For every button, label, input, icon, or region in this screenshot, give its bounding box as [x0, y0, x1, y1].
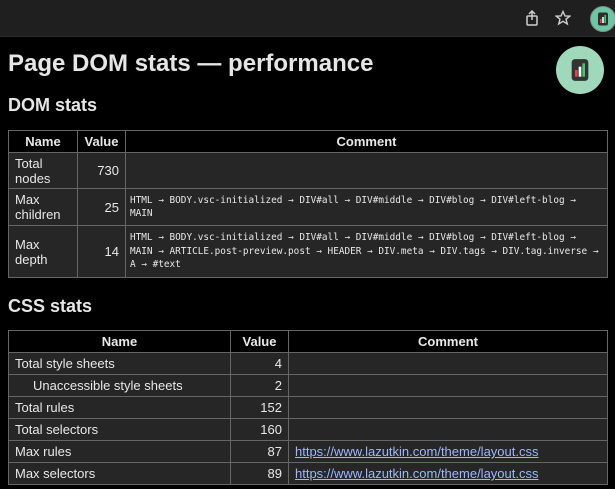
column-header-comment: Comment: [288, 330, 608, 353]
row-comment: [125, 152, 608, 189]
row-value: 152: [230, 396, 289, 419]
table-row: Total style sheets 4: [8, 352, 608, 375]
row-name: Unaccessible style sheets: [8, 374, 231, 397]
row-value: 89: [230, 462, 289, 485]
share-icon[interactable]: [522, 8, 542, 28]
dom-stats-heading: DOM stats: [8, 95, 98, 115]
browser-toolbar: [0, 0, 615, 37]
css-stats-table: Name Value Comment Total style sheets 4 …: [8, 330, 608, 485]
row-value: 25: [77, 188, 126, 226]
column-header-name: Name: [8, 130, 78, 153]
column-header-value: Value: [77, 130, 126, 153]
stylesheet-link[interactable]: https://www.lazutkin.com/theme/layout.cs…: [295, 466, 538, 481]
row-name: Max rules: [8, 440, 231, 463]
dom-stats-table: Name Value Comment Total nodes 730 Max c…: [8, 130, 608, 278]
table-row: Max selectors 89 https://www.lazutkin.co…: [8, 462, 608, 485]
row-comment: https://www.lazutkin.com/theme/layout.cs…: [288, 462, 608, 485]
row-value: 2: [230, 374, 289, 397]
column-header-comment: Comment: [125, 130, 608, 153]
row-value: 160: [230, 418, 289, 441]
star-icon[interactable]: [553, 8, 573, 28]
page-title: Page DOM stats — performance: [8, 50, 374, 77]
table-row: Total rules 152: [8, 396, 608, 419]
table-row: Max rules 87 https://www.lazutkin.com/th…: [8, 440, 608, 463]
row-name: Max depth: [8, 225, 78, 278]
row-value: 14: [77, 225, 126, 278]
extension-icon[interactable]: [590, 6, 615, 32]
table-row: Total selectors 160: [8, 418, 608, 441]
row-comment: [288, 374, 608, 397]
row-comment: [288, 352, 608, 375]
row-value: 4: [230, 352, 289, 375]
row-name: Total selectors: [8, 418, 231, 441]
row-name: Max children: [8, 188, 78, 226]
row-name: Total rules: [8, 396, 231, 419]
row-comment: HTML → BODY.vsc-initialized → DIV#all → …: [125, 188, 608, 226]
row-name: Total nodes: [8, 152, 78, 189]
row-name: Total style sheets: [8, 352, 231, 375]
column-header-name: Name: [8, 330, 231, 353]
table-row: Unaccessible style sheets 2: [8, 374, 608, 397]
row-name: Max selectors: [8, 462, 231, 485]
row-comment: https://www.lazutkin.com/theme/layout.cs…: [288, 440, 608, 463]
row-comment: [288, 418, 608, 441]
row-comment: HTML → BODY.vsc-initialized → DIV#all → …: [125, 225, 608, 278]
table-row: Max depth 14 HTML → BODY.vsc-initialized…: [8, 225, 608, 278]
css-stats-heading: CSS stats: [8, 296, 93, 316]
table-header-row: Name Value Comment: [8, 330, 608, 353]
table-row: Total nodes 730: [8, 152, 608, 189]
table-row: Max children 25 HTML → BODY.vsc-initiali…: [8, 188, 608, 226]
row-value: 730: [77, 152, 126, 189]
column-header-value: Value: [230, 330, 289, 353]
table-header-row: Name Value Comment: [8, 130, 608, 153]
page-logo: [556, 46, 604, 94]
row-value: 87: [230, 440, 289, 463]
stylesheet-link[interactable]: https://www.lazutkin.com/theme/layout.cs…: [295, 444, 538, 459]
row-comment: [288, 396, 608, 419]
